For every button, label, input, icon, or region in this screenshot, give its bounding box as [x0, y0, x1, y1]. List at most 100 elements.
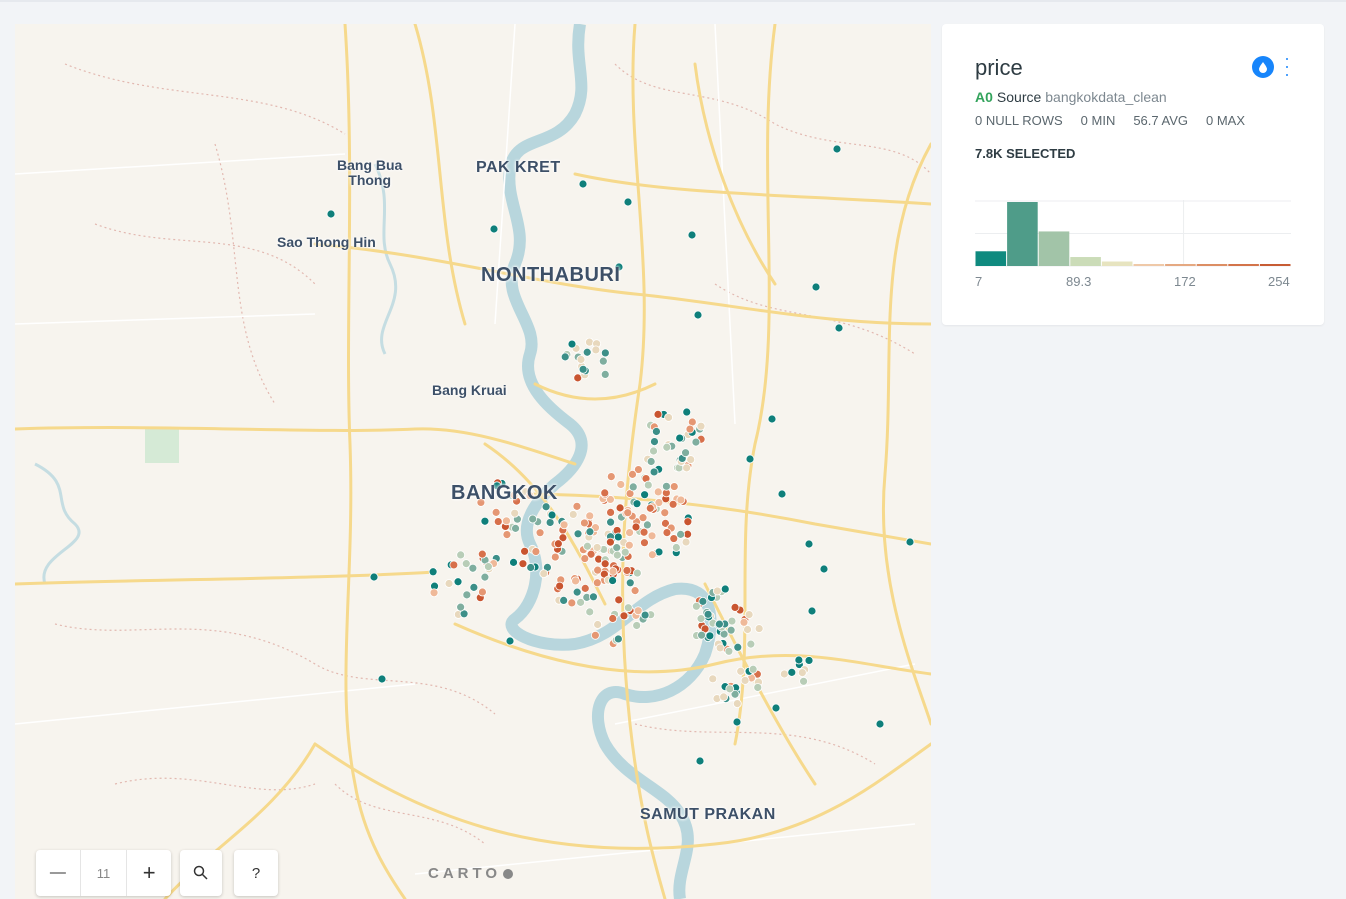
basemap — [15, 24, 931, 899]
histogram-bar[interactable] — [1259, 264, 1291, 266]
price-point — [572, 587, 582, 597]
price-point — [725, 684, 735, 694]
carto-dot-icon — [503, 869, 514, 880]
price-point — [480, 516, 490, 526]
price-point — [553, 539, 563, 549]
node-id: A0 — [975, 89, 993, 105]
map-view[interactable]: Bang Bua Thong PAK KRET Sao Thong Hin NO… — [15, 24, 931, 899]
price-point — [745, 454, 755, 464]
histogram-bar[interactable] — [1101, 261, 1133, 266]
histogram[interactable] — [975, 200, 1291, 268]
price-point — [720, 584, 730, 594]
histogram-bar[interactable] — [1196, 264, 1228, 266]
price-point — [444, 579, 454, 588]
price-point — [640, 538, 649, 548]
price-point — [834, 323, 844, 333]
histogram-bar[interactable] — [975, 251, 1007, 266]
top-border — [0, 0, 1346, 2]
price-point — [643, 520, 652, 530]
price-point — [456, 550, 466, 560]
price-point — [832, 144, 842, 154]
price-point — [449, 560, 459, 570]
price-point — [646, 457, 656, 466]
histogram-bar[interactable] — [1007, 202, 1038, 266]
price-point — [744, 610, 754, 619]
zoom-control: — 11 + — [36, 850, 171, 896]
droplet-icon — [1259, 62, 1267, 73]
price-point — [662, 442, 672, 452]
price-point — [675, 433, 685, 443]
stat-avg: 56.7 AVG — [1133, 113, 1189, 128]
price-point — [590, 630, 600, 640]
place-label-sao-thong-hin: Sao Thong Hin — [277, 234, 376, 250]
canal — [34, 462, 81, 585]
price-point — [691, 601, 701, 611]
price-point — [502, 516, 511, 526]
price-point — [753, 683, 763, 692]
price-point — [799, 676, 808, 686]
price-point — [578, 179, 588, 189]
price-point — [630, 586, 640, 596]
place-label-nonthaburi: NONTHABURI — [481, 264, 621, 286]
histogram-bar[interactable] — [1165, 264, 1196, 266]
price-point — [640, 490, 650, 500]
price-point — [647, 550, 657, 560]
price-point — [606, 472, 616, 482]
admin-boundaries — [54, 63, 931, 845]
price-point — [623, 508, 633, 518]
price-point — [592, 543, 602, 552]
zoom-in-button[interactable]: + — [127, 850, 171, 896]
widget-source: A0 Source bangkokdata_clean — [975, 89, 1167, 105]
histogram-bar[interactable] — [1070, 257, 1101, 266]
price-point — [668, 499, 678, 509]
price-point — [693, 310, 703, 320]
price-point — [696, 421, 706, 431]
widget-title: price — [975, 55, 1023, 80]
price-point — [625, 528, 635, 538]
price-point — [754, 624, 764, 633]
price-point — [687, 230, 697, 240]
price-point — [518, 559, 528, 569]
histogram-bar[interactable] — [1228, 264, 1259, 266]
price-point — [369, 572, 379, 582]
price-point — [580, 518, 589, 528]
price-point — [632, 499, 642, 509]
price-point — [559, 520, 569, 530]
price-point — [724, 646, 734, 656]
help-button[interactable]: ? — [234, 850, 278, 896]
price-point — [620, 547, 630, 557]
price-point — [580, 554, 590, 563]
price-point — [559, 596, 569, 605]
price-point — [612, 543, 622, 553]
price-point — [489, 224, 499, 234]
carto-attribution: CARTO — [428, 865, 514, 882]
price-point — [606, 517, 616, 527]
price-point — [624, 540, 634, 550]
price-point — [649, 446, 658, 456]
price-point — [600, 370, 610, 379]
price-point — [697, 630, 706, 640]
price-point — [632, 568, 642, 578]
price-point — [583, 541, 592, 551]
droplet-button[interactable] — [1252, 56, 1274, 78]
zoom-out-button[interactable]: — — [36, 850, 80, 896]
search-button[interactable] — [180, 850, 222, 896]
price-point — [606, 508, 615, 517]
place-label-bang-bua-thong: Bang Bua Thong — [337, 157, 403, 188]
histogram-bar[interactable] — [1133, 264, 1165, 266]
price-point — [608, 576, 617, 585]
price-point — [732, 699, 742, 709]
more-options-button[interactable] — [1282, 56, 1292, 78]
price-point — [671, 543, 681, 552]
histogram-bar[interactable] — [1038, 231, 1070, 266]
price-point — [733, 642, 743, 652]
price-point — [662, 528, 672, 538]
price-point — [592, 578, 602, 588]
tick-label: 7 — [975, 274, 983, 289]
price-point — [526, 563, 536, 572]
price-point — [715, 619, 724, 629]
price-point — [811, 282, 821, 292]
tick-label: 172 — [1174, 274, 1196, 289]
price-point — [686, 455, 696, 464]
price-point — [794, 655, 804, 665]
